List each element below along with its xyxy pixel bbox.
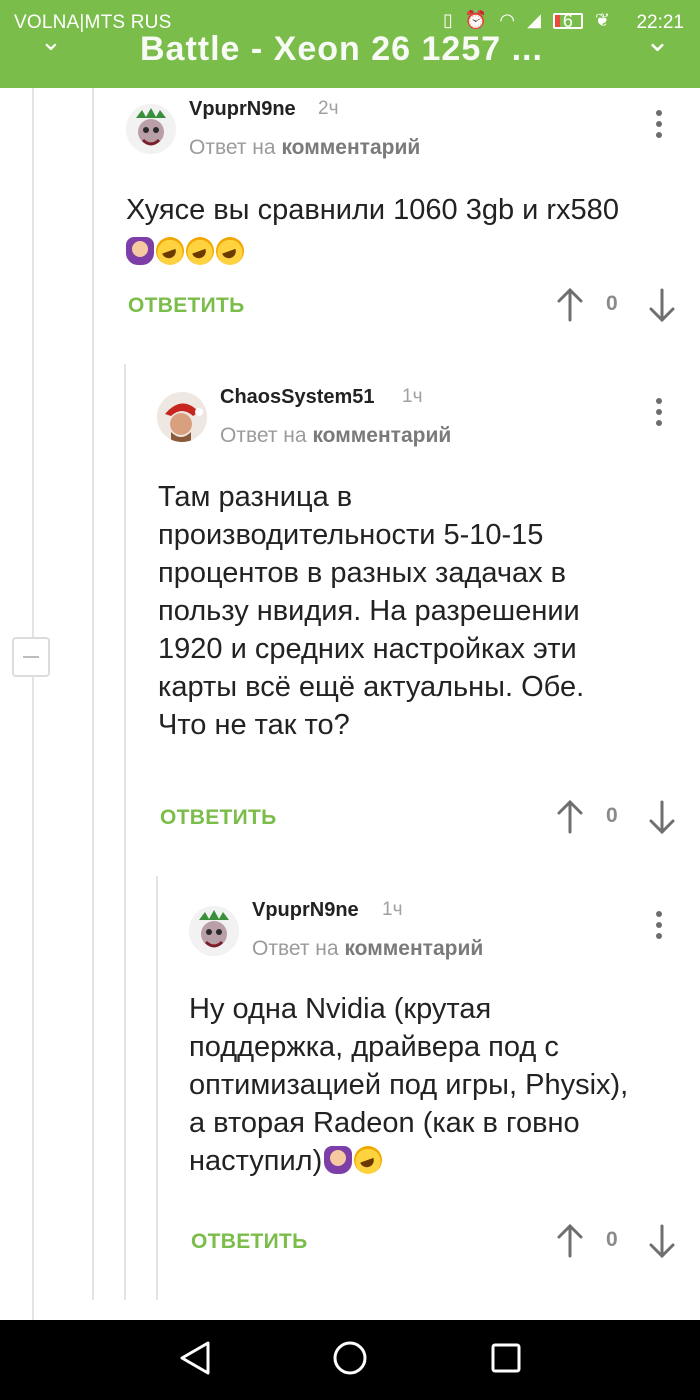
vote-score: 0 <box>606 804 618 827</box>
avatar[interactable] <box>189 906 239 956</box>
arrow-up-icon[interactable] <box>556 1224 584 1258</box>
square-recent-icon[interactable] <box>490 1340 522 1376</box>
page-title: Battle - Xeon 26 1257 ... <box>140 30 543 68</box>
comment-line-last: наступил) <box>189 1142 684 1180</box>
reply-button[interactable]: ОТВЕТИТЬ <box>160 806 277 830</box>
reply-target-link[interactable]: комментарий <box>344 937 483 960</box>
arrow-down-icon[interactable] <box>648 288 676 322</box>
comment-line: пользу нвидия. На разрешении <box>158 595 580 627</box>
comment-body: Ну одна Nvidia (крутая поддержка, драйве… <box>189 990 684 1180</box>
comment-line: поддержка, драйвера под с <box>189 1031 559 1063</box>
more-vertical-icon[interactable] <box>654 398 664 428</box>
thread-line-2 <box>92 88 94 1300</box>
comment-line: Там разница в <box>158 481 353 513</box>
laughing-emoji-icon <box>156 237 184 265</box>
reply-target-link[interactable]: комментарий <box>312 424 451 447</box>
more-vertical-icon[interactable] <box>654 110 664 140</box>
comment-time: 2ч <box>318 98 339 119</box>
thread-line-3 <box>124 364 126 1300</box>
comment-line: Ну одна Nvidia (крутая <box>189 993 492 1025</box>
laughing-emoji-icon <box>186 237 214 265</box>
close-icon[interactable]: ⌄ <box>645 24 670 59</box>
comment-time: 1ч <box>382 899 403 920</box>
laughing-emoji-icon <box>216 237 244 265</box>
comment-line: карты всё ещё актуальны. Обе. <box>158 671 585 703</box>
app-header: VOLNA|MTS RUS ▯ ⏰ ◠ ◢ 6 ❦ 22:21 ⌄ Battle… <box>0 0 700 88</box>
reply-button[interactable]: ОТВЕТИТЬ <box>191 1230 308 1254</box>
comment-author[interactable]: VpuprN9ne <box>189 98 296 121</box>
wifi-icon: ◠ <box>499 10 516 30</box>
battery-icon: 6 <box>552 10 583 31</box>
comment-line: производительности 5-10-15 <box>158 519 544 551</box>
reply-to-label: Ответ на комментарий <box>220 424 451 448</box>
comment-body: Хуясе вы сравнили 1060 3gb и rx580 <box>126 191 686 271</box>
reply-prefix: Ответ на <box>220 424 307 447</box>
status-icons: ▯ ⏰ ◠ ◢ 6 ❦ <box>443 10 610 31</box>
comment-line: наступил) <box>189 1145 323 1177</box>
reply-button[interactable]: ОТВЕТИТЬ <box>128 294 245 318</box>
comment-line: 1920 и средних настройках эти <box>158 633 577 665</box>
vibrate-icon: ▯ <box>443 10 453 30</box>
reply-prefix: Ответ на <box>252 937 339 960</box>
comment-author[interactable]: VpuprN9ne <box>252 899 359 922</box>
alarm-icon: ⏰ <box>464 10 488 30</box>
emoji-row <box>126 233 686 271</box>
arrow-down-icon[interactable] <box>648 1224 676 1258</box>
signal-icon: ◢ <box>527 10 541 30</box>
comment-author[interactable]: ChaosSystem51 <box>220 386 375 409</box>
thread-line-4 <box>156 876 158 1300</box>
system-nav-bar <box>0 1320 700 1400</box>
chevron-down-icon[interactable]: ⌄ <box>40 26 62 57</box>
vote-controls: 0 <box>556 800 686 836</box>
battery-level: 6 <box>562 10 573 31</box>
avatar[interactable] <box>126 104 176 154</box>
reply-to-label: Ответ на комментарий <box>189 136 420 160</box>
arrow-up-icon[interactable] <box>556 800 584 834</box>
avatar[interactable] <box>157 392 207 442</box>
laughing-emoji-icon <box>354 1146 383 1174</box>
reply-prefix: Ответ на <box>189 136 276 159</box>
vote-controls: 0 <box>556 288 686 324</box>
arrow-down-icon[interactable] <box>648 800 676 834</box>
collapse-thread-button[interactable] <box>12 637 50 677</box>
thread-line-1 <box>32 88 34 1320</box>
more-vertical-icon[interactable] <box>654 911 664 941</box>
leaf-icon: ❦ <box>594 10 610 30</box>
triangle-back-icon[interactable] <box>178 1340 212 1376</box>
facepalm-emoji-icon <box>126 237 154 265</box>
shrug-emoji-icon <box>324 1146 353 1174</box>
comment-time: 1ч <box>402 386 423 407</box>
comment-line: оптимизацией под игры, Physix), <box>189 1069 629 1101</box>
vote-controls: 0 <box>556 1224 686 1260</box>
comment-line: Что не так то? <box>158 709 350 741</box>
comment-line: Хуясе вы сравнили 1060 3gb и rx580 <box>126 194 619 226</box>
vote-score: 0 <box>606 292 618 315</box>
comment-body: Там разница в производительности 5-10-15… <box>158 478 678 744</box>
vote-score: 0 <box>606 1228 618 1251</box>
reply-target-link[interactable]: комментарий <box>281 136 420 159</box>
arrow-up-icon[interactable] <box>556 288 584 322</box>
comment-line: процентов в разных задачах в <box>158 557 567 589</box>
circle-home-icon[interactable] <box>332 1340 368 1376</box>
comment-line: а вторая Radeon (как в говно <box>189 1107 580 1139</box>
reply-to-label: Ответ на комментарий <box>252 937 483 961</box>
